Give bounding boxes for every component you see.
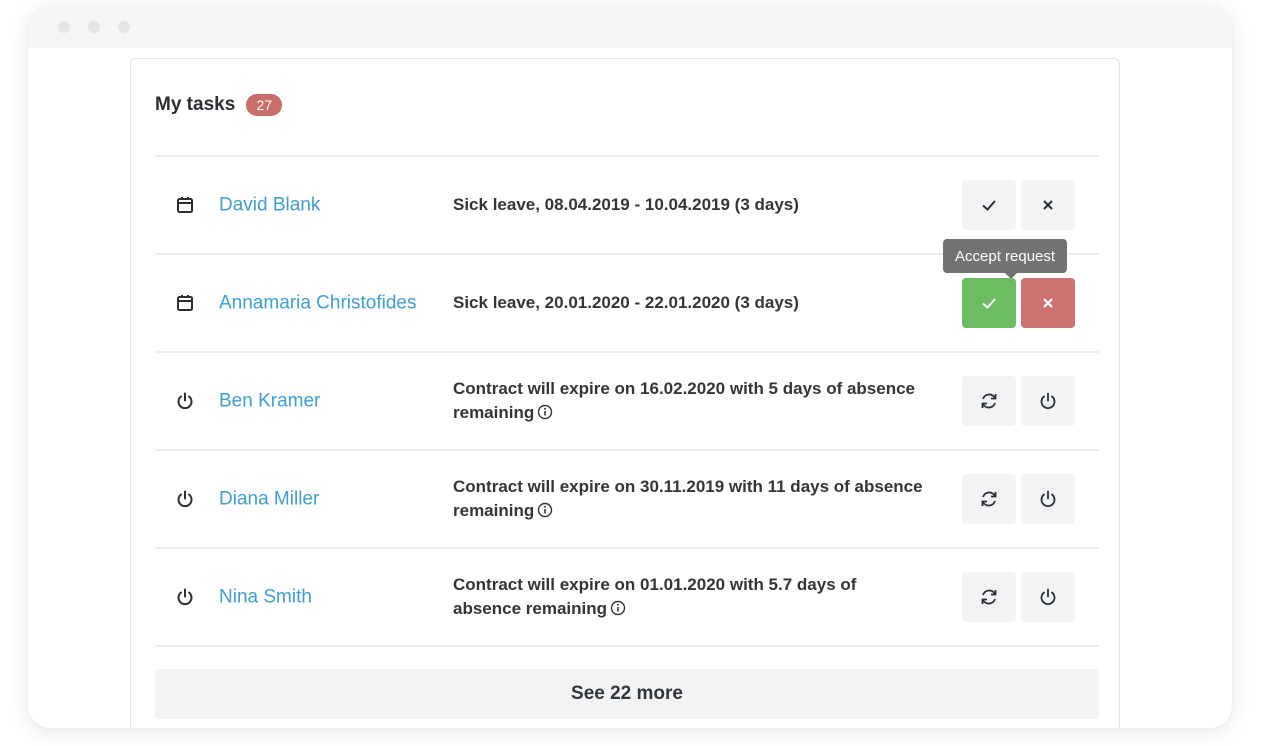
- tooltip-text: Accept request: [955, 247, 1056, 265]
- task-description-text: Contract will expire on 01.01.2020 with …: [453, 575, 857, 618]
- window-dot-icon: [58, 21, 70, 33]
- power-icon: [177, 392, 193, 410]
- renew-contract-button[interactable]: [962, 376, 1016, 426]
- task-description-text: Contract will expire on 16.02.2020 with …: [453, 379, 916, 422]
- task-row: Nina Smith Contract will expire on 01.01…: [155, 549, 1099, 647]
- task-description: Contract will expire on 16.02.2020 with …: [453, 377, 923, 425]
- check-icon: [982, 298, 996, 309]
- employee-link[interactable]: Annamaria Christofides: [219, 291, 419, 316]
- calendar-icon: [177, 295, 193, 311]
- power-icon: [177, 588, 193, 606]
- row-actions: [962, 180, 1080, 230]
- task-description-text: Contract will expire on 30.11.2019 with …: [453, 477, 923, 520]
- close-icon: [1043, 200, 1053, 210]
- task-description-text: Sick leave, 20.01.2020 - 22.01.2020 (3 d…: [453, 293, 799, 312]
- page-title: My tasks: [155, 94, 236, 115]
- browser-window: My tasks 27 David Blank Sick leave, 08.0…: [28, 6, 1232, 728]
- task-description: Contract will expire on 30.11.2019 with …: [453, 475, 923, 523]
- card-header: My tasks 27: [155, 91, 283, 119]
- end-contract-button[interactable]: [1021, 376, 1075, 426]
- task-count-badge: 27: [246, 94, 283, 116]
- info-icon[interactable]: [610, 600, 626, 616]
- close-icon: [1043, 298, 1053, 308]
- row-actions: [962, 376, 1080, 426]
- tooltip: Accept request: [943, 239, 1068, 279]
- row-actions: [962, 278, 1080, 328]
- info-icon[interactable]: [537, 404, 553, 420]
- renew-icon: [981, 491, 997, 507]
- employee-link[interactable]: Nina Smith: [219, 585, 419, 610]
- task-description: Sick leave, 08.04.2019 - 10.04.2019 (3 d…: [453, 193, 923, 217]
- check-icon: [982, 200, 996, 211]
- accept-button[interactable]: [962, 180, 1016, 230]
- power-icon: [1040, 392, 1056, 410]
- renew-contract-button[interactable]: [962, 474, 1016, 524]
- task-row: Ben Kramer Contract will expire on 16.02…: [155, 353, 1099, 451]
- end-contract-button[interactable]: [1021, 474, 1075, 524]
- accept-button[interactable]: [962, 278, 1016, 328]
- power-icon: [1040, 588, 1056, 606]
- renew-contract-button[interactable]: [962, 572, 1016, 622]
- row-actions: [962, 572, 1080, 622]
- reject-button[interactable]: [1021, 180, 1075, 230]
- renew-icon: [981, 393, 997, 409]
- task-row: Diana Miller Contract will expire on 30.…: [155, 451, 1099, 549]
- window-dot-icon: [88, 21, 100, 33]
- reject-button[interactable]: [1021, 278, 1075, 328]
- window-titlebar: [28, 6, 1232, 48]
- row-actions: [962, 474, 1080, 524]
- power-icon: [1040, 490, 1056, 508]
- employee-link[interactable]: Ben Kramer: [219, 389, 419, 414]
- task-description: Sick leave, 20.01.2020 - 22.01.2020 (3 d…: [453, 291, 923, 315]
- task-description: Contract will expire on 01.01.2020 with …: [453, 573, 923, 621]
- calendar-icon: [177, 197, 193, 213]
- employee-link[interactable]: David Blank: [219, 193, 419, 218]
- task-list: David Blank Sick leave, 08.04.2019 - 10.…: [155, 155, 1099, 647]
- task-row: Accept request Annamaria Christofides Si…: [155, 239, 1099, 353]
- employee-link[interactable]: Diana Miller: [219, 487, 419, 512]
- window-dot-icon: [118, 21, 130, 33]
- tasks-card: My tasks 27 David Blank Sick leave, 08.0…: [130, 58, 1120, 728]
- see-more-button[interactable]: See 22 more: [155, 669, 1099, 719]
- power-icon: [177, 490, 193, 508]
- renew-icon: [981, 589, 997, 605]
- task-description-text: Sick leave, 08.04.2019 - 10.04.2019 (3 d…: [453, 195, 799, 214]
- end-contract-button[interactable]: [1021, 572, 1075, 622]
- info-icon[interactable]: [537, 502, 553, 518]
